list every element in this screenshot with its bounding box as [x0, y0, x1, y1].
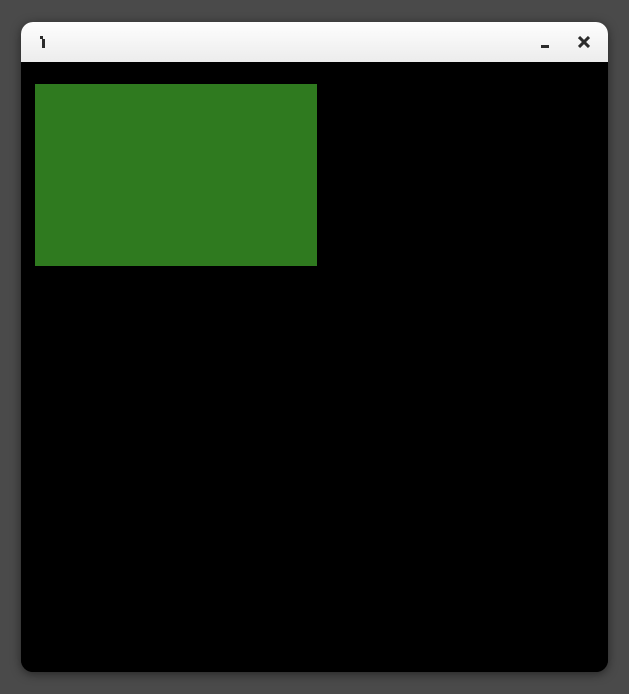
application-window	[21, 22, 608, 672]
close-button[interactable]	[578, 36, 590, 48]
green-rectangle	[35, 84, 317, 266]
minimize-button[interactable]	[540, 36, 550, 48]
titlebar-left	[39, 36, 49, 48]
close-icon	[578, 36, 590, 48]
minimize-icon	[541, 45, 549, 48]
canvas-area	[21, 62, 608, 672]
titlebar-controls	[540, 36, 590, 48]
titlebar[interactable]	[21, 22, 608, 62]
app-icon	[39, 36, 49, 48]
